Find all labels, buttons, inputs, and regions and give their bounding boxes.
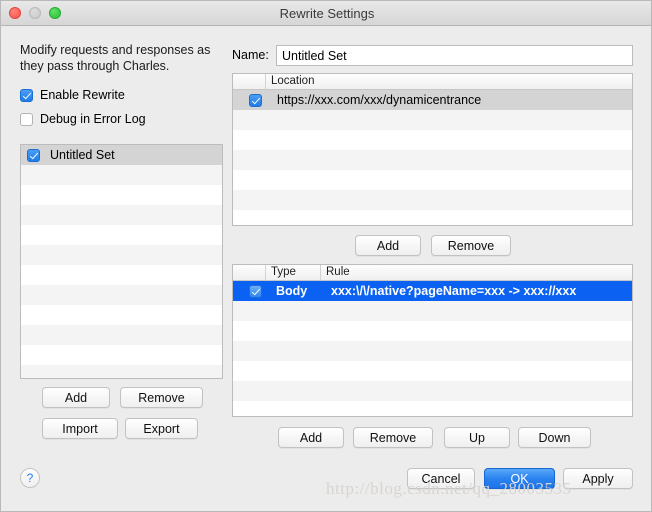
apply-button[interactable]: Apply — [563, 468, 633, 489]
table-row-empty — [233, 381, 632, 401]
table-row-empty — [233, 341, 632, 361]
table-row-empty — [233, 361, 632, 381]
location-enabled-cell[interactable] — [239, 93, 271, 107]
column-header-check — [233, 74, 265, 90]
table-row-empty — [233, 110, 632, 130]
rewrite-sets-list[interactable]: Untitled Set — [20, 144, 223, 379]
table-row[interactable]: Body xxx:\/\/native?pageName=xxx -> xxx:… — [233, 281, 632, 301]
table-row-empty — [233, 170, 632, 190]
list-item-empty — [21, 205, 222, 225]
set-import-button[interactable]: Import — [42, 418, 118, 439]
rules-table-header: Type Rule — [233, 265, 632, 281]
location-add-button[interactable]: Add — [355, 235, 421, 256]
debug-error-log-checkbox-row[interactable]: Debug in Error Log — [20, 112, 146, 126]
name-input[interactable] — [276, 45, 633, 66]
enable-rewrite-label: Enable Rewrite — [40, 88, 125, 102]
table-row-empty — [233, 210, 632, 225]
enable-rewrite-checkbox[interactable] — [20, 88, 33, 102]
set-remove-button[interactable]: Remove — [120, 387, 203, 408]
rule-type-cell: Body — [276, 284, 308, 298]
table-row-empty — [233, 321, 632, 341]
list-item-empty — [21, 225, 222, 245]
list-item-empty — [21, 265, 222, 285]
location-enabled-checkbox[interactable] — [248, 93, 262, 107]
rule-up-button[interactable]: Up — [444, 427, 510, 448]
set-export-button[interactable]: Export — [125, 418, 198, 439]
table-row-empty — [233, 301, 632, 321]
window-title: Rewrite Settings — [279, 6, 375, 21]
column-header-type: Type — [265, 265, 320, 281]
debug-error-log-label: Debug in Error Log — [40, 112, 146, 126]
column-header-check — [233, 265, 265, 281]
table-row-empty — [233, 401, 632, 416]
location-value-cell: https://xxx.com/xxx/dynamicentrance — [277, 93, 482, 107]
list-item-empty — [21, 165, 222, 185]
locations-table[interactable]: Location https://xxx.com/xxx/dynamicentr… — [232, 73, 633, 226]
rule-add-button[interactable]: Add — [278, 427, 344, 448]
rule-remove-button[interactable]: Remove — [353, 427, 433, 448]
rule-enabled-checkbox[interactable] — [248, 284, 262, 298]
rule-value-cell: xxx:\/\/native?pageName=xxx -> xxx://xxx — [331, 284, 577, 298]
rule-enabled-cell[interactable] — [239, 284, 271, 298]
enable-rewrite-checkbox-row[interactable]: Enable Rewrite — [20, 88, 125, 102]
list-item-empty — [21, 285, 222, 305]
table-row-empty — [233, 130, 632, 150]
column-header-location: Location — [265, 74, 632, 90]
debug-error-log-checkbox[interactable] — [20, 112, 33, 126]
table-row[interactable]: https://xxx.com/xxx/dynamicentrance — [233, 90, 632, 110]
list-item-empty — [21, 345, 222, 365]
list-item-empty — [21, 305, 222, 325]
list-item-empty — [21, 185, 222, 205]
set-name-label: Untitled Set — [50, 148, 115, 162]
set-add-button[interactable]: Add — [42, 387, 110, 408]
location-remove-button[interactable]: Remove — [431, 235, 511, 256]
rewrite-settings-window: Rewrite Settings Modify requests and res… — [0, 0, 652, 512]
set-enabled-checkbox[interactable] — [27, 148, 40, 162]
help-icon[interactable]: ? — [20, 468, 40, 488]
rule-down-button[interactable]: Down — [518, 427, 591, 448]
table-row-empty — [233, 190, 632, 210]
locations-table-header: Location — [233, 74, 632, 90]
list-item-empty — [21, 325, 222, 345]
list-item[interactable]: Untitled Set — [21, 145, 222, 165]
watermark-text: http://blog.csdn.net/qq_28003535 — [326, 479, 572, 498]
list-item-empty — [21, 245, 222, 265]
name-label: Name: — [232, 48, 269, 62]
rules-table[interactable]: Type Rule Body xxx:\/\/native?pageName=x… — [232, 264, 633, 417]
list-item-empty — [21, 365, 222, 378]
table-row-empty — [233, 150, 632, 170]
description-text: Modify requests and responses as they pa… — [20, 43, 211, 73]
column-header-rule: Rule — [320, 265, 632, 281]
title-bar: Rewrite Settings — [1, 1, 651, 26]
